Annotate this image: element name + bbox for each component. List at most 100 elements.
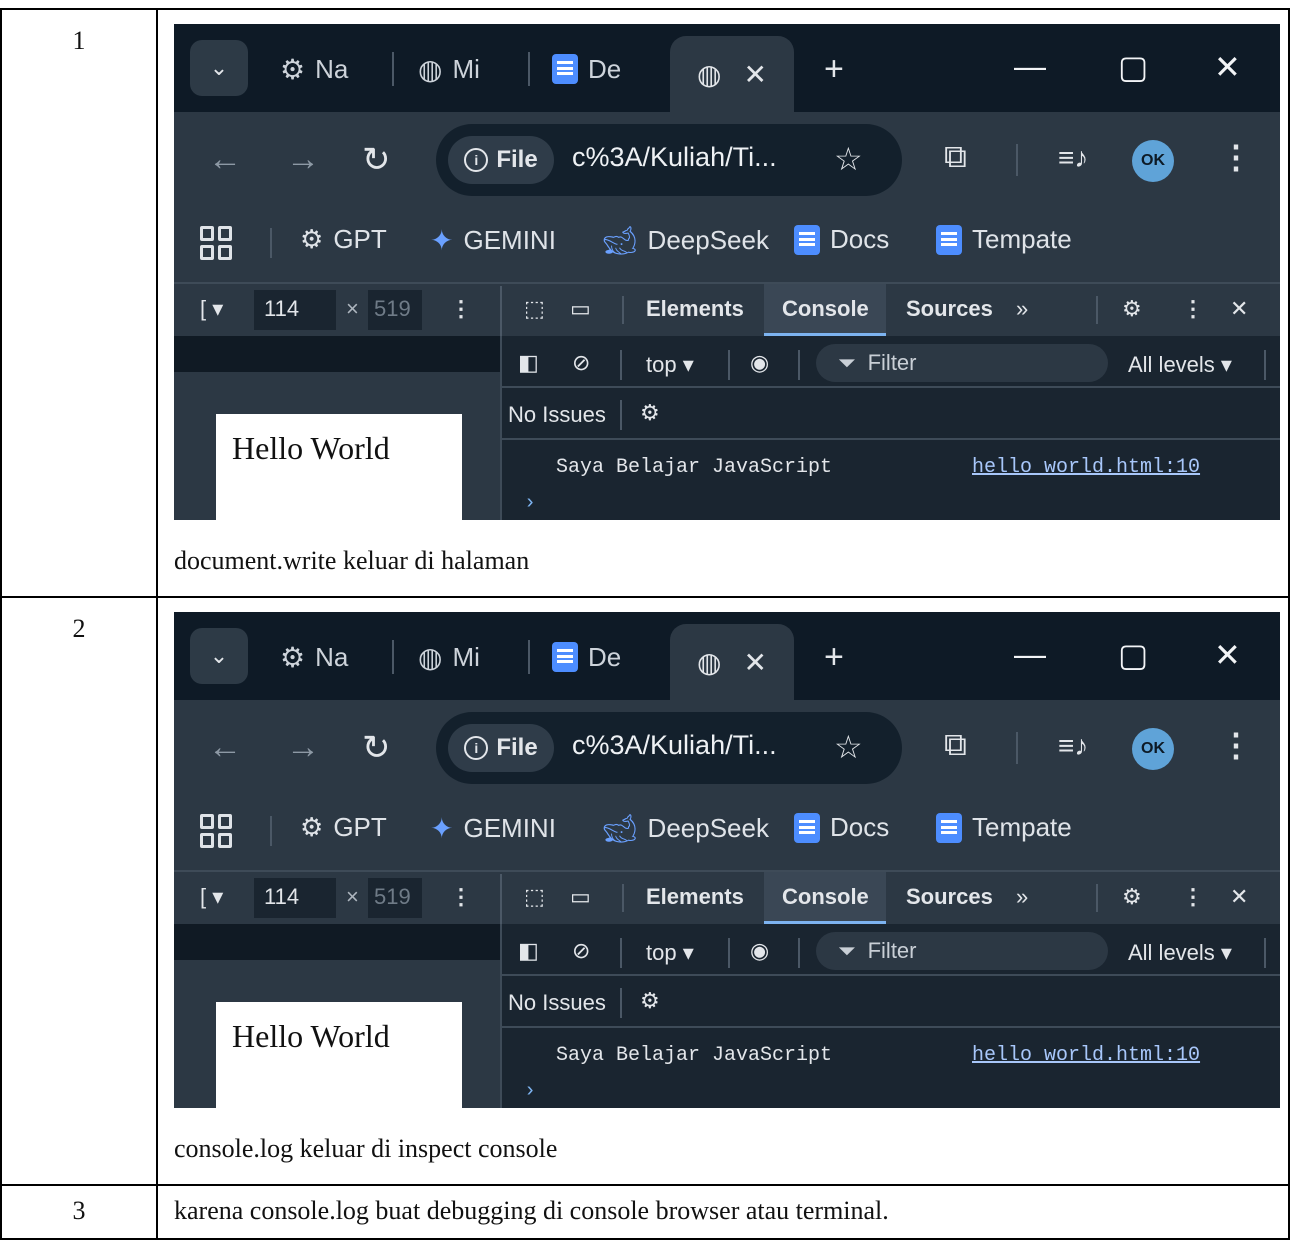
row-number: 2 <box>0 596 158 1186</box>
inspect-icon[interactable]: ⬚ <box>524 884 545 910</box>
settings-icon[interactable]: ⚙ <box>1122 296 1142 322</box>
site-info-chip[interactable]: i File <box>448 136 554 184</box>
height-value: 519 <box>374 884 411 909</box>
reload-icon[interactable]: ↻ <box>362 728 391 768</box>
tab-sources[interactable]: Sources <box>906 884 993 910</box>
filter-input[interactable]: ⏷ Filter <box>816 344 1108 382</box>
tab-console[interactable]: Console <box>782 884 869 910</box>
browser-tab[interactable]: ⚙ Na <box>280 46 348 92</box>
close-icon[interactable]: ✕ <box>1214 48 1241 86</box>
device-toolbar-icon[interactable]: ▭ <box>570 296 591 322</box>
extensions-icon[interactable]: ⧉ <box>944 726 967 764</box>
console-prompt[interactable]: › <box>524 1080 536 1103</box>
browser-tab[interactable]: ◍ Mi <box>418 634 480 680</box>
levels-select[interactable]: All levels ▾ <box>1128 940 1232 966</box>
avatar[interactable]: OK <box>1132 140 1174 182</box>
browser-tab[interactable]: ⚙ Na <box>280 634 348 680</box>
kebab-icon[interactable]: ⋮ <box>1182 296 1204 322</box>
close-icon[interactable]: ✕ <box>1230 296 1248 322</box>
bookmark-deepseek[interactable]: 🐋︎ DeepSeek <box>602 224 769 257</box>
context-select[interactable]: top ▾ <box>646 352 694 378</box>
settings-icon[interactable]: ⚙ <box>1122 884 1142 910</box>
more-tabs-icon[interactable]: » <box>1016 296 1028 322</box>
back-icon[interactable]: ← <box>208 728 242 767</box>
clear-icon[interactable]: ⊘ <box>572 938 590 964</box>
inspect-icon[interactable]: ⬚ <box>524 296 545 322</box>
maximize-icon[interactable]: ▢ <box>1118 636 1148 674</box>
bookmark-gemini[interactable]: ✦ GEMINI <box>430 812 556 845</box>
issues-label[interactable]: No Issues <box>508 990 606 1016</box>
close-icon[interactable]: ✕ <box>1230 884 1248 910</box>
bookmark-docs[interactable]: Docs <box>794 812 889 843</box>
active-tab[interactable]: ◍ ✕ <box>670 36 794 112</box>
device-toolbar-icon[interactable]: ▭ <box>570 884 591 910</box>
eye-icon[interactable]: ◉ <box>750 938 769 964</box>
extensions-icon[interactable]: ⧉ <box>944 138 967 176</box>
kebab-icon[interactable]: ⋮ <box>450 296 472 322</box>
tab-elements[interactable]: Elements <box>646 296 744 322</box>
star-icon[interactable]: ☆ <box>834 728 863 766</box>
log-source-link[interactable]: hello_world.html:10 <box>972 456 1200 479</box>
eye-icon[interactable]: ◉ <box>750 350 769 376</box>
kebab-icon[interactable]: ⋮ <box>450 884 472 910</box>
bookmark-gpt[interactable]: ⚙ GPT <box>300 224 387 255</box>
url-text[interactable]: c%3A/Kuliah/Ti... <box>572 730 777 761</box>
url-text[interactable]: c%3A/Kuliah/Ti... <box>572 142 777 173</box>
browser-screenshot: ⌄ ⚙ Na ◍ Mi De ◍ ✕ + — ▢ ✕ ← → ↻ i File … <box>174 612 1280 1108</box>
active-tab[interactable]: ◍ ✕ <box>670 624 794 700</box>
tab-sources[interactable]: Sources <box>906 296 993 322</box>
bookmark-docs[interactable]: Docs <box>794 224 889 255</box>
tab-divider <box>392 640 394 674</box>
context-select[interactable]: top ▾ <box>646 940 694 966</box>
minimize-icon[interactable]: — <box>1014 636 1046 673</box>
reload-icon[interactable]: ↻ <box>362 140 391 180</box>
settings-icon[interactable]: ⚙ <box>640 400 660 426</box>
kebab-icon[interactable]: ⋮ <box>1220 726 1252 764</box>
back-icon[interactable]: ← <box>208 140 242 179</box>
site-info-chip[interactable]: i File <box>448 724 554 772</box>
levels-select[interactable]: All levels ▾ <box>1128 352 1232 378</box>
device-dropdown[interactable]: [ ▾ <box>200 884 223 910</box>
sidebar-icon[interactable]: ◧ <box>518 938 539 964</box>
bookmark-tempate[interactable]: Tempate <box>936 224 1072 255</box>
bookmark-tempate[interactable]: Tempate <box>936 812 1072 843</box>
plus-icon[interactable]: + <box>824 638 844 677</box>
issues-label[interactable]: No Issues <box>508 402 606 428</box>
browser-tab[interactable]: De <box>552 46 621 92</box>
apps-grid-icon[interactable] <box>200 226 234 260</box>
kebab-icon[interactable]: ⋮ <box>1182 884 1204 910</box>
star-icon[interactable]: ☆ <box>834 140 863 178</box>
minimize-icon[interactable]: — <box>1014 48 1046 85</box>
openai-icon: ⚙ <box>300 224 324 254</box>
tab-search-button[interactable]: ⌄ <box>190 40 248 96</box>
device-dropdown[interactable]: [ ▾ <box>200 296 223 322</box>
filter-input[interactable]: ⏷ Filter <box>816 932 1108 970</box>
tab-search-button[interactable]: ⌄ <box>190 628 248 684</box>
maximize-icon[interactable]: ▢ <box>1118 48 1148 86</box>
close-icon[interactable]: ✕ <box>743 58 766 91</box>
forward-icon[interactable]: → <box>286 728 320 767</box>
browser-tab[interactable]: ◍ Mi <box>418 46 480 92</box>
browser-tab[interactable]: De <box>552 634 621 680</box>
more-tabs-icon[interactable]: » <box>1016 884 1028 910</box>
kebab-icon[interactable]: ⋮ <box>1220 138 1252 176</box>
bookmark-gpt[interactable]: ⚙ GPT <box>300 812 387 843</box>
clear-icon[interactable]: ⊘ <box>572 350 590 376</box>
log-source-link[interactable]: hello_world.html:10 <box>972 1044 1200 1067</box>
apps-grid-icon[interactable] <box>200 814 234 848</box>
page-text: Hello World <box>232 1018 390 1054</box>
tab-elements[interactable]: Elements <box>646 884 744 910</box>
media-icon[interactable]: ≡♪ <box>1058 142 1088 174</box>
close-icon[interactable]: ✕ <box>1214 636 1241 674</box>
bookmark-deepseek[interactable]: 🐋︎ DeepSeek <box>602 812 769 845</box>
avatar[interactable]: OK <box>1132 728 1174 770</box>
sidebar-icon[interactable]: ◧ <box>518 350 539 376</box>
tab-console[interactable]: Console <box>782 296 869 322</box>
plus-icon[interactable]: + <box>824 50 844 89</box>
settings-icon[interactable]: ⚙ <box>640 988 660 1014</box>
media-icon[interactable]: ≡♪ <box>1058 730 1088 762</box>
bookmark-gemini[interactable]: ✦ GEMINI <box>430 224 556 257</box>
console-prompt[interactable]: › <box>524 492 536 515</box>
forward-icon[interactable]: → <box>286 140 320 179</box>
close-icon[interactable]: ✕ <box>743 646 766 679</box>
